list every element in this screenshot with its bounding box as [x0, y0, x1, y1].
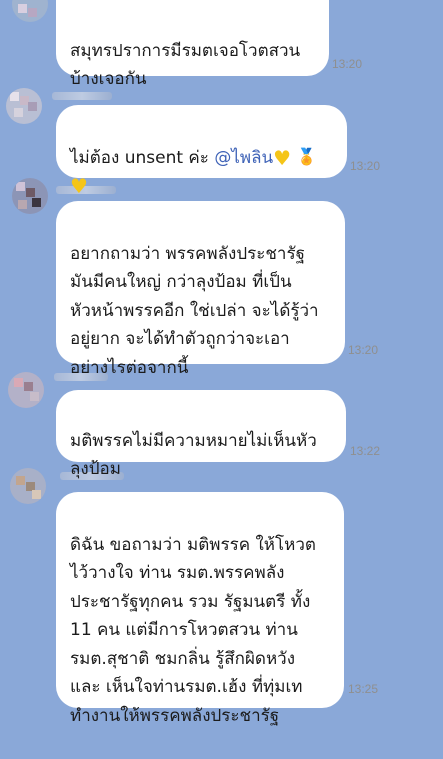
message-time: 13:20: [332, 57, 363, 71]
avatar[interactable]: [6, 88, 42, 124]
message-time: 13:25: [348, 682, 379, 696]
message-time: 13:20: [350, 159, 381, 173]
avatar[interactable]: [12, 0, 48, 22]
message-time: 13:22: [350, 444, 381, 458]
message-text: สมุทรปราการมีรมตเจอโวตสวน บ้างเจอกัน: [70, 40, 301, 90]
message-bubble[interactable]: ไม่ต้อง unsent ค่ะ @ไพลิน♥ 🏅 ♥: [56, 105, 347, 196]
yellow-heart-icon: ♥: [273, 145, 292, 170]
medal-icon: 🏅: [296, 146, 317, 166]
avatar[interactable]: [10, 468, 46, 504]
message-bubble[interactable]: สมุทรปราการมีรมตเจอโวตสวน บ้างเจอกัน: [56, 0, 329, 89]
message-bubble[interactable]: อยากถามว่า พรรคพลังประชารัฐ มันมีคนใหญ่ …: [56, 201, 345, 378]
avatar[interactable]: [12, 178, 48, 214]
yellow-heart-icon: ♥: [70, 174, 88, 198]
message-time: 13:20: [348, 343, 379, 357]
avatar[interactable]: [8, 372, 44, 408]
mention-link[interactable]: @ไพลิน: [214, 148, 273, 168]
message-text: อยากถามว่า พรรคพลังประชารัฐ มันมีคนใหญ่ …: [70, 243, 319, 378]
message-text: มติพรรคไม่มีความหมายไม่เห็นหัว ลุงป้อม: [70, 430, 317, 480]
message-bubble[interactable]: มติพรรคไม่มีความหมายไม่เห็นหัว ลุงป้อม: [56, 390, 346, 479]
message-text: ดิฉัน ขอถามว่า มติพรรค ให้โหวต ไว้วางใจ …: [70, 534, 316, 726]
message-bubble[interactable]: ดิฉัน ขอถามว่า มติพรรค ให้โหวต ไว้วางใจ …: [56, 492, 344, 726]
message-text: ไม่ต้อง unsent ค่ะ @ไพลิน♥ 🏅 ♥: [70, 143, 333, 201]
